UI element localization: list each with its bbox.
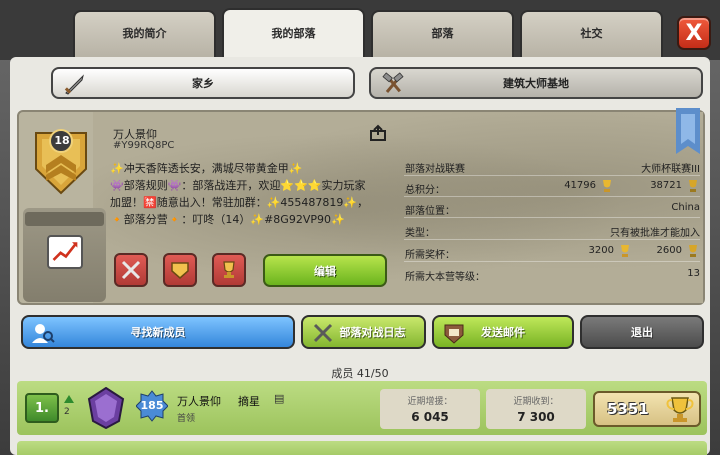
crossed-swords-icon bbox=[313, 323, 333, 343]
send-mail-button[interactable]: 发送邮件 bbox=[432, 315, 574, 349]
trophy-count-value: 5351 bbox=[607, 400, 649, 418]
tab-social[interactable]: 社交 bbox=[520, 10, 663, 58]
edit-label: 编辑 bbox=[314, 264, 336, 278]
clan-description-line: 🔸部落分营🔸：叮咚（14）✨#8G92VP90✨ bbox=[110, 213, 345, 226]
builder-trophy-icon bbox=[689, 180, 697, 192]
trophy-icon bbox=[621, 245, 629, 257]
button-label: 部落对战日志 bbox=[339, 326, 406, 339]
clan-description-line: ✨冲天香阵透长安，满城尽带黄金甲✨ bbox=[110, 162, 303, 175]
required-th-value: 13 bbox=[687, 268, 700, 279]
donated-label: 近期增援： bbox=[407, 397, 453, 407]
required-trophies-label: 所需奖杯： bbox=[405, 250, 455, 261]
received-label: 近期收到： bbox=[513, 397, 559, 407]
clan-perks-button[interactable] bbox=[163, 253, 197, 287]
share-icon[interactable] bbox=[369, 124, 387, 142]
member-name: 万人景仰 bbox=[177, 395, 221, 408]
notes-icon[interactable]: ▤ bbox=[274, 392, 284, 405]
received-value: 7 300 bbox=[517, 410, 555, 424]
clan-games-button[interactable] bbox=[212, 253, 246, 287]
member-rank: 1. bbox=[25, 393, 59, 423]
league-ribbon-icon bbox=[676, 108, 700, 154]
clan-description-line: 👾部落规则👾：部落战连开，欢迎⭐⭐⭐实力玩家 bbox=[110, 179, 366, 192]
subtab-home-village[interactable]: 家乡 bbox=[51, 67, 355, 99]
total-points-home: 41796 bbox=[564, 180, 596, 191]
subtab-builder-base[interactable]: 建筑大师基地 bbox=[369, 67, 703, 99]
rank-number: 1. bbox=[35, 400, 49, 416]
donated-value: 6 045 bbox=[411, 410, 449, 424]
tab-label: 社交 bbox=[580, 27, 603, 40]
subtab-label: 建筑大师基地 bbox=[503, 77, 569, 90]
donated-box: 近期增援： 6 045 bbox=[380, 389, 480, 429]
builder-trophy-icon bbox=[689, 245, 697, 257]
member-trophies: 5351 bbox=[593, 391, 701, 427]
required-trophies-home: 3200 bbox=[588, 245, 614, 256]
close-button[interactable]: X bbox=[677, 16, 711, 50]
subtab-label: 家乡 bbox=[192, 77, 214, 90]
trophy-icon bbox=[666, 397, 694, 422]
tab-label: 我的部落 bbox=[271, 27, 316, 40]
tab-label: 部落 bbox=[431, 27, 454, 40]
trophy-icon bbox=[223, 261, 235, 278]
sword-icon bbox=[64, 74, 84, 95]
required-th-label: 所需大本营等级： bbox=[405, 272, 485, 283]
chart-trend-icon bbox=[47, 235, 83, 269]
rank-change: 2 bbox=[64, 407, 70, 417]
clan-war-swords-button[interactable] bbox=[114, 253, 148, 287]
required-trophies-builder: 2600 bbox=[656, 245, 682, 256]
divider bbox=[404, 175, 700, 176]
crossed-swords-icon bbox=[121, 260, 141, 280]
clan-description-line: 加盟！🈲随意出入！常驻加群：✨455487819✨， bbox=[110, 196, 369, 209]
type-value: 只有被批准才能加入 bbox=[610, 228, 700, 239]
rank-up-arrow-icon bbox=[64, 395, 74, 403]
button-label: 退出 bbox=[631, 326, 653, 339]
members-count: 成员 41/50 bbox=[331, 367, 389, 380]
shield-crest-icon bbox=[171, 262, 189, 279]
leave-button[interactable]: 退出 bbox=[580, 315, 704, 349]
clan-tag: #Y99RQ8PC bbox=[113, 140, 175, 151]
tab-label: 我的简介 bbox=[122, 27, 167, 40]
crossed-hammers-icon bbox=[382, 72, 404, 93]
close-icon: X bbox=[685, 20, 703, 46]
trophy-icon bbox=[603, 180, 611, 192]
divider bbox=[404, 239, 700, 240]
tab-my-profile[interactable]: 我的简介 bbox=[73, 10, 216, 58]
button-label: 发送邮件 bbox=[481, 326, 525, 339]
war-league-value: 大师杯联赛III bbox=[641, 164, 700, 175]
member-row[interactable] bbox=[17, 441, 707, 455]
divider bbox=[404, 217, 700, 218]
location-label: 部落位置： bbox=[405, 206, 455, 217]
total-points-builder: 38721 bbox=[650, 180, 682, 191]
member-name-suffix: 摘星 bbox=[238, 395, 260, 408]
stats-bar bbox=[25, 212, 104, 226]
divider bbox=[404, 261, 700, 262]
clan-level: 18 bbox=[54, 134, 70, 147]
location-value: China bbox=[671, 202, 700, 213]
league-crystal-icon bbox=[87, 387, 125, 429]
type-label: 类型： bbox=[405, 228, 435, 239]
total-points-label: 总积分： bbox=[405, 185, 445, 196]
member-role: 首领 bbox=[177, 414, 196, 424]
button-label: 寻找新成员 bbox=[130, 326, 186, 339]
war-log-button[interactable]: 部落对战日志 bbox=[301, 315, 426, 349]
clan-stats-box[interactable] bbox=[23, 208, 106, 302]
war-league-label: 部落对战联赛 bbox=[405, 164, 465, 175]
tab-my-clan[interactable]: 我的部落 bbox=[222, 8, 365, 60]
divider bbox=[404, 196, 700, 197]
edit-button[interactable]: 编辑 bbox=[263, 254, 387, 287]
tab-clans[interactable]: 部落 bbox=[371, 10, 514, 58]
search-user-icon bbox=[32, 324, 55, 343]
xp-level: 185 bbox=[140, 399, 164, 412]
find-members-button[interactable]: 寻找新成员 bbox=[21, 315, 295, 349]
mail-shield-icon bbox=[444, 324, 464, 344]
received-box: 近期收到： 7 300 bbox=[486, 389, 586, 429]
